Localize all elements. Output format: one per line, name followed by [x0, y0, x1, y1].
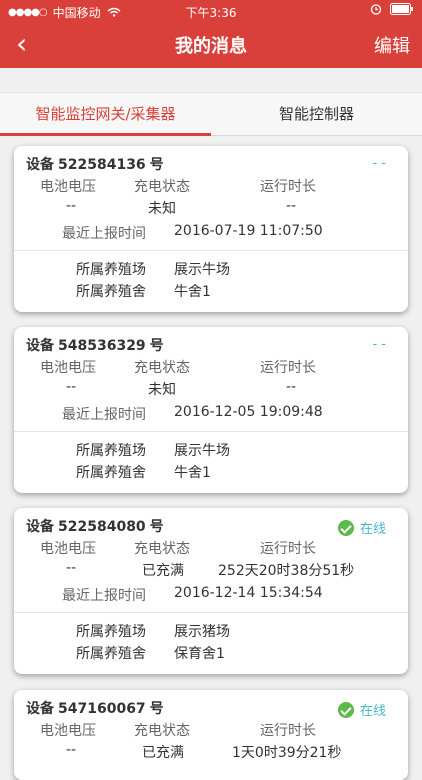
charge-value: 未知	[148, 382, 176, 398]
status-badge: 在线	[337, 518, 386, 537]
battery-label: 电池电压	[40, 723, 96, 739]
charge-value: 未知	[148, 201, 176, 217]
last-report-value: 2016-12-14 15:34:54	[174, 585, 323, 601]
barn-value: 牛舍1	[174, 465, 211, 481]
device-card[interactable]: 设备 547160067 号 在线 电池电压 充电状态 运行时长 -- 已充满 1天…	[14, 690, 408, 780]
runtime-value: --	[286, 198, 297, 214]
tab-controller[interactable]: 智能控制器	[211, 93, 422, 135]
check-circle-icon	[337, 519, 354, 536]
runtime-value: 1天0时39分21秒	[232, 745, 342, 761]
farm-value: 展示牛场	[174, 443, 230, 459]
alarm-icon	[370, 3, 382, 18]
battery-icon	[390, 3, 414, 18]
battery-label: 电池电压	[40, 360, 96, 376]
battery-label: 电池电压	[40, 541, 96, 557]
runtime-label: 运行时长	[260, 723, 316, 739]
tab-gateway[interactable]: 智能监控网关/采集器	[0, 93, 211, 136]
last-report-label: 最近上报时间	[62, 588, 146, 604]
tab-bar: 智能监控网关/采集器 智能控制器	[0, 92, 422, 136]
status-badge: - -	[372, 337, 386, 352]
nav-bar: ‹ 我的消息 编辑	[0, 22, 422, 68]
charge-value: 已充满	[142, 745, 184, 761]
status-badge: - -	[372, 156, 386, 171]
last-report-value: 2016-07-19 11:07:50	[174, 223, 323, 239]
device-card[interactable]: 设备 548536329 号 - - 电池电压 充电状态 运行时长 -- 未知 --…	[14, 327, 408, 493]
farm-value: 展示牛场	[174, 262, 230, 278]
farm-label: 所属养殖场	[76, 262, 146, 278]
header: ●●●●○ 中国移动 下午3:36 ‹ 我的消息 编辑	[0, 0, 422, 68]
barn-label: 所属养殖舍	[76, 284, 146, 300]
farm-label: 所属养殖场	[76, 624, 146, 640]
battery-value: --	[66, 742, 77, 758]
last-report-label: 最近上报时间	[62, 407, 146, 423]
battery-value: --	[66, 560, 77, 576]
device-card[interactable]: 设备 522584136 号 - - 电池电压 充电状态 运行时长 -- 未知 --…	[14, 146, 408, 312]
divider	[14, 612, 408, 613]
charge-value: 已充满	[142, 563, 184, 579]
battery-value: --	[66, 198, 77, 214]
check-circle-icon	[337, 701, 354, 718]
farm-value: 展示猪场	[174, 624, 230, 640]
last-report-value: 2016-12-05 19:09:48	[174, 404, 323, 420]
charge-label: 充电状态	[134, 723, 190, 739]
edit-button[interactable]: 编辑	[374, 32, 410, 58]
barn-label: 所属养殖舍	[76, 465, 146, 481]
barn-value: 牛舍1	[174, 284, 211, 300]
divider	[14, 431, 408, 432]
barn-label: 所属养殖舍	[76, 646, 146, 662]
runtime-value: --	[286, 379, 297, 395]
page-title: 我的消息	[175, 36, 247, 57]
runtime-label: 运行时长	[260, 541, 316, 557]
farm-label: 所属养殖场	[76, 443, 146, 459]
last-report-label: 最近上报时间	[62, 226, 146, 242]
runtime-label: 运行时长	[260, 360, 316, 376]
charge-label: 充电状态	[134, 360, 190, 376]
device-title: 设备 548536329 号	[26, 338, 164, 354]
status-bar: ●●●●○ 中国移动 下午3:36	[0, 0, 422, 22]
device-card[interactable]: 设备 522584080 号 在线 电池电压 充电状态 运行时长 -- 已充满 25…	[14, 508, 408, 674]
barn-value: 保育舍1	[174, 646, 225, 662]
charge-label: 充电状态	[134, 541, 190, 557]
status-badge: 在线	[337, 700, 386, 719]
battery-label: 电池电压	[40, 179, 96, 195]
runtime-value: 252天20时38分51秒	[218, 563, 355, 579]
device-title: 设备 522584136 号	[26, 157, 164, 173]
battery-value: --	[66, 379, 77, 395]
charge-label: 充电状态	[134, 179, 190, 195]
runtime-label: 运行时长	[260, 179, 316, 195]
device-title: 设备 522584080 号	[26, 519, 164, 535]
clock: 下午3:36	[185, 6, 237, 20]
device-title: 设备 547160067 号	[26, 701, 164, 717]
divider	[14, 250, 408, 251]
